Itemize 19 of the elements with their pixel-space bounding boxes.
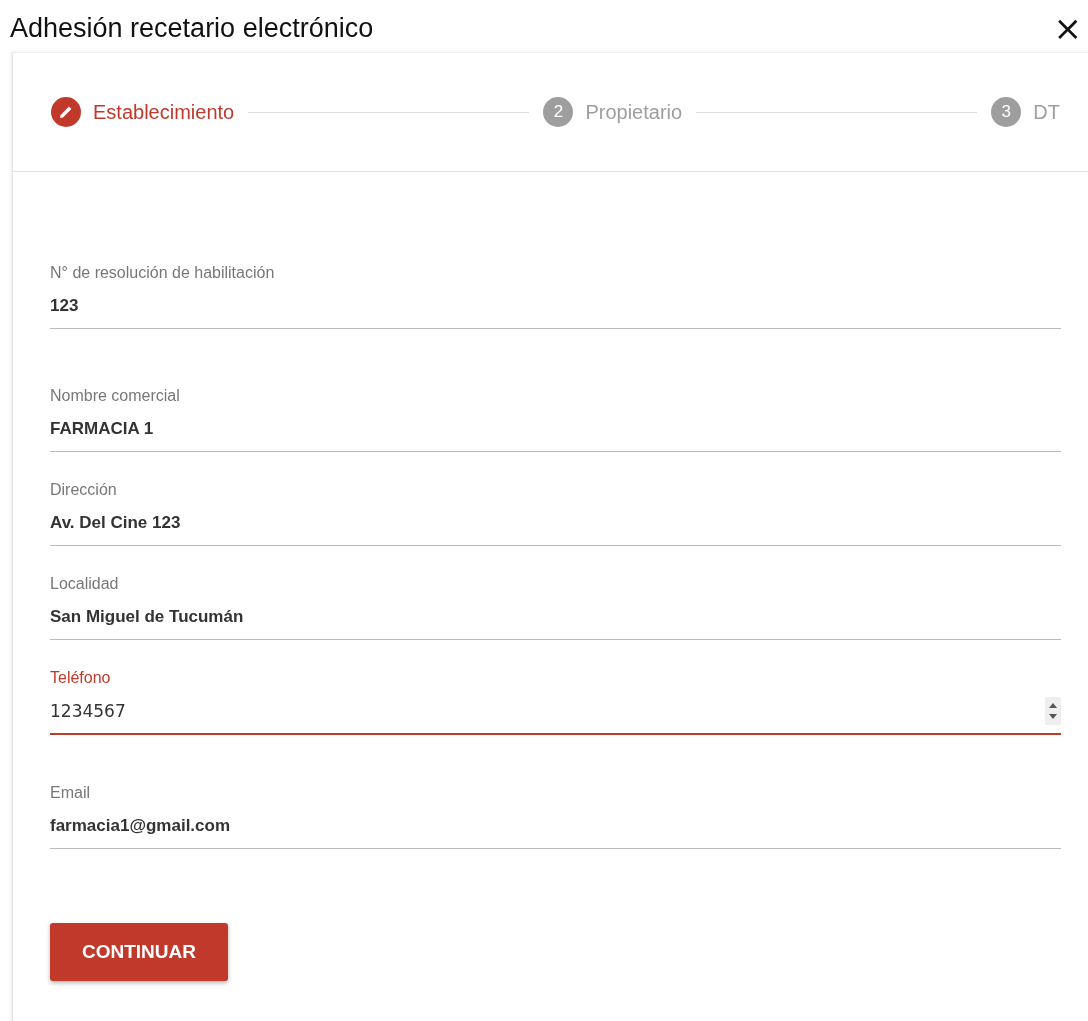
step-number: 2	[543, 97, 574, 127]
input-field[interactable]: Av. Del Cine 123	[50, 513, 1061, 533]
input-field[interactable]: FARMACIA 1	[50, 419, 1061, 439]
dialog-title: Adhesión recetario electrónico	[10, 12, 374, 44]
field-label: Teléfono	[50, 669, 112, 687]
field-label: Dirección	[50, 481, 118, 499]
input-field[interactable]: farmacia1@gmail.com	[50, 816, 1061, 836]
field-label: N° de resolución de habilitación	[50, 264, 276, 282]
field-label: Email	[50, 784, 91, 802]
input-field[interactable]: 123	[50, 296, 1061, 316]
input-field[interactable]: 1234567	[50, 701, 1045, 721]
step-number: 3	[991, 97, 1022, 127]
field-label: Localidad	[50, 575, 120, 593]
spinner-icon[interactable]	[1045, 697, 1061, 725]
continue-button[interactable]: CONTINUAR	[50, 923, 228, 981]
input-field[interactable]: San Miguel de Tucumán	[50, 607, 1061, 627]
field-label: Nombre comercial	[50, 387, 181, 405]
step-label[interactable]: Establecimiento	[93, 100, 235, 124]
close-button[interactable]: ×	[1053, 11, 1082, 45]
